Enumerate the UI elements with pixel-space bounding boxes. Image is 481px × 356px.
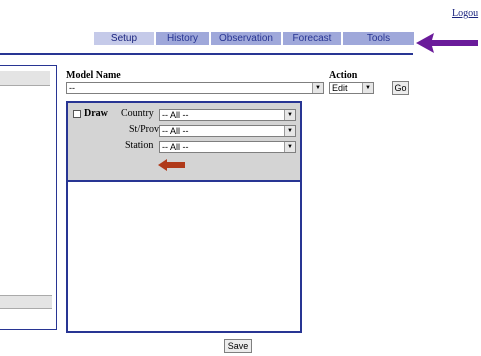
chevron-down-icon: ▼ bbox=[284, 142, 295, 152]
filter-box: Draw Country -- All -- ▼ St/Prov -- All … bbox=[66, 101, 302, 182]
action-label: Action bbox=[329, 70, 358, 81]
model-name-label: Model Name bbox=[66, 70, 121, 81]
chevron-down-icon: ▼ bbox=[284, 110, 295, 120]
annotation-arrow-icon bbox=[416, 33, 478, 53]
station-select[interactable]: -- All -- ▼ bbox=[159, 141, 296, 153]
left-panel bbox=[0, 65, 57, 330]
station-label: Station bbox=[125, 140, 154, 151]
tab-bar: Setup History Observation Forecast Tools bbox=[93, 31, 415, 46]
station-value: -- All -- bbox=[162, 142, 189, 152]
chevron-down-icon: ▼ bbox=[312, 83, 323, 93]
logout-link[interactable]: Logou bbox=[452, 8, 478, 19]
tab-tools[interactable]: Tools bbox=[342, 31, 415, 46]
left-panel-header bbox=[0, 71, 50, 86]
left-panel-footer bbox=[0, 295, 52, 309]
save-button[interactable]: Save bbox=[224, 339, 252, 353]
left-arrow-icon bbox=[158, 159, 185, 171]
tab-history[interactable]: History bbox=[155, 31, 210, 46]
chevron-down-icon: ▼ bbox=[362, 83, 373, 93]
stprov-label: St/Prov bbox=[129, 124, 160, 135]
country-select[interactable]: -- All -- ▼ bbox=[159, 109, 296, 121]
draw-label: Draw bbox=[84, 108, 108, 119]
stprov-select[interactable]: -- All -- ▼ bbox=[159, 125, 296, 137]
model-name-select[interactable]: -- ▼ bbox=[66, 82, 324, 94]
draw-checkbox[interactable] bbox=[73, 110, 81, 118]
chevron-down-icon: ▼ bbox=[284, 126, 295, 136]
go-button[interactable]: Go bbox=[392, 81, 409, 95]
country-label: Country bbox=[121, 108, 154, 119]
tab-setup[interactable]: Setup bbox=[93, 31, 155, 46]
action-select[interactable]: Edit ▼ bbox=[329, 82, 374, 94]
action-value: Edit bbox=[332, 83, 348, 93]
model-name-value: -- bbox=[69, 83, 75, 93]
nav-divider bbox=[0, 53, 413, 55]
tab-forecast[interactable]: Forecast bbox=[282, 31, 342, 46]
tab-observation[interactable]: Observation bbox=[210, 31, 282, 46]
country-value: -- All -- bbox=[162, 110, 189, 120]
stprov-value: -- All -- bbox=[162, 126, 189, 136]
